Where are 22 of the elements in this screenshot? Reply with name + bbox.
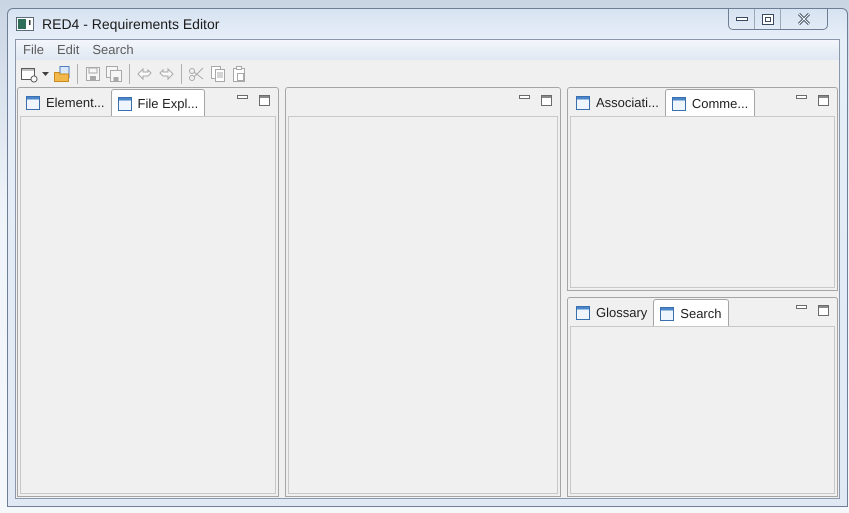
minimize-icon: [736, 16, 748, 22]
menu-item[interactable]: Edit: [52, 40, 84, 60]
view-tab[interactable]: File Expl...: [110, 89, 206, 117]
restore-icon: [762, 14, 774, 24]
maximize-view-button[interactable]: [258, 94, 270, 106]
maximize-view-button[interactable]: [817, 304, 829, 316]
maximize-view-button[interactable]: [817, 94, 829, 106]
app-icon: [16, 17, 34, 31]
view-icon: [576, 96, 590, 110]
view-icon: [118, 96, 132, 110]
view-tab[interactable]: Search: [653, 299, 728, 327]
menu-item[interactable]: File: [18, 40, 49, 60]
view-icon: [672, 96, 686, 110]
view-icon: [660, 306, 674, 320]
open-folder-icon[interactable]: [53, 64, 71, 82]
view-icon: [26, 96, 40, 110]
view-icon: [576, 306, 590, 320]
window-title: RED4 - Requirements Editor: [42, 14, 220, 34]
maximize-view-button[interactable]: [540, 94, 552, 106]
menu-item[interactable]: Search: [87, 40, 139, 60]
view-tab[interactable]: Comme...: [664, 89, 756, 117]
close-icon: [797, 13, 811, 25]
